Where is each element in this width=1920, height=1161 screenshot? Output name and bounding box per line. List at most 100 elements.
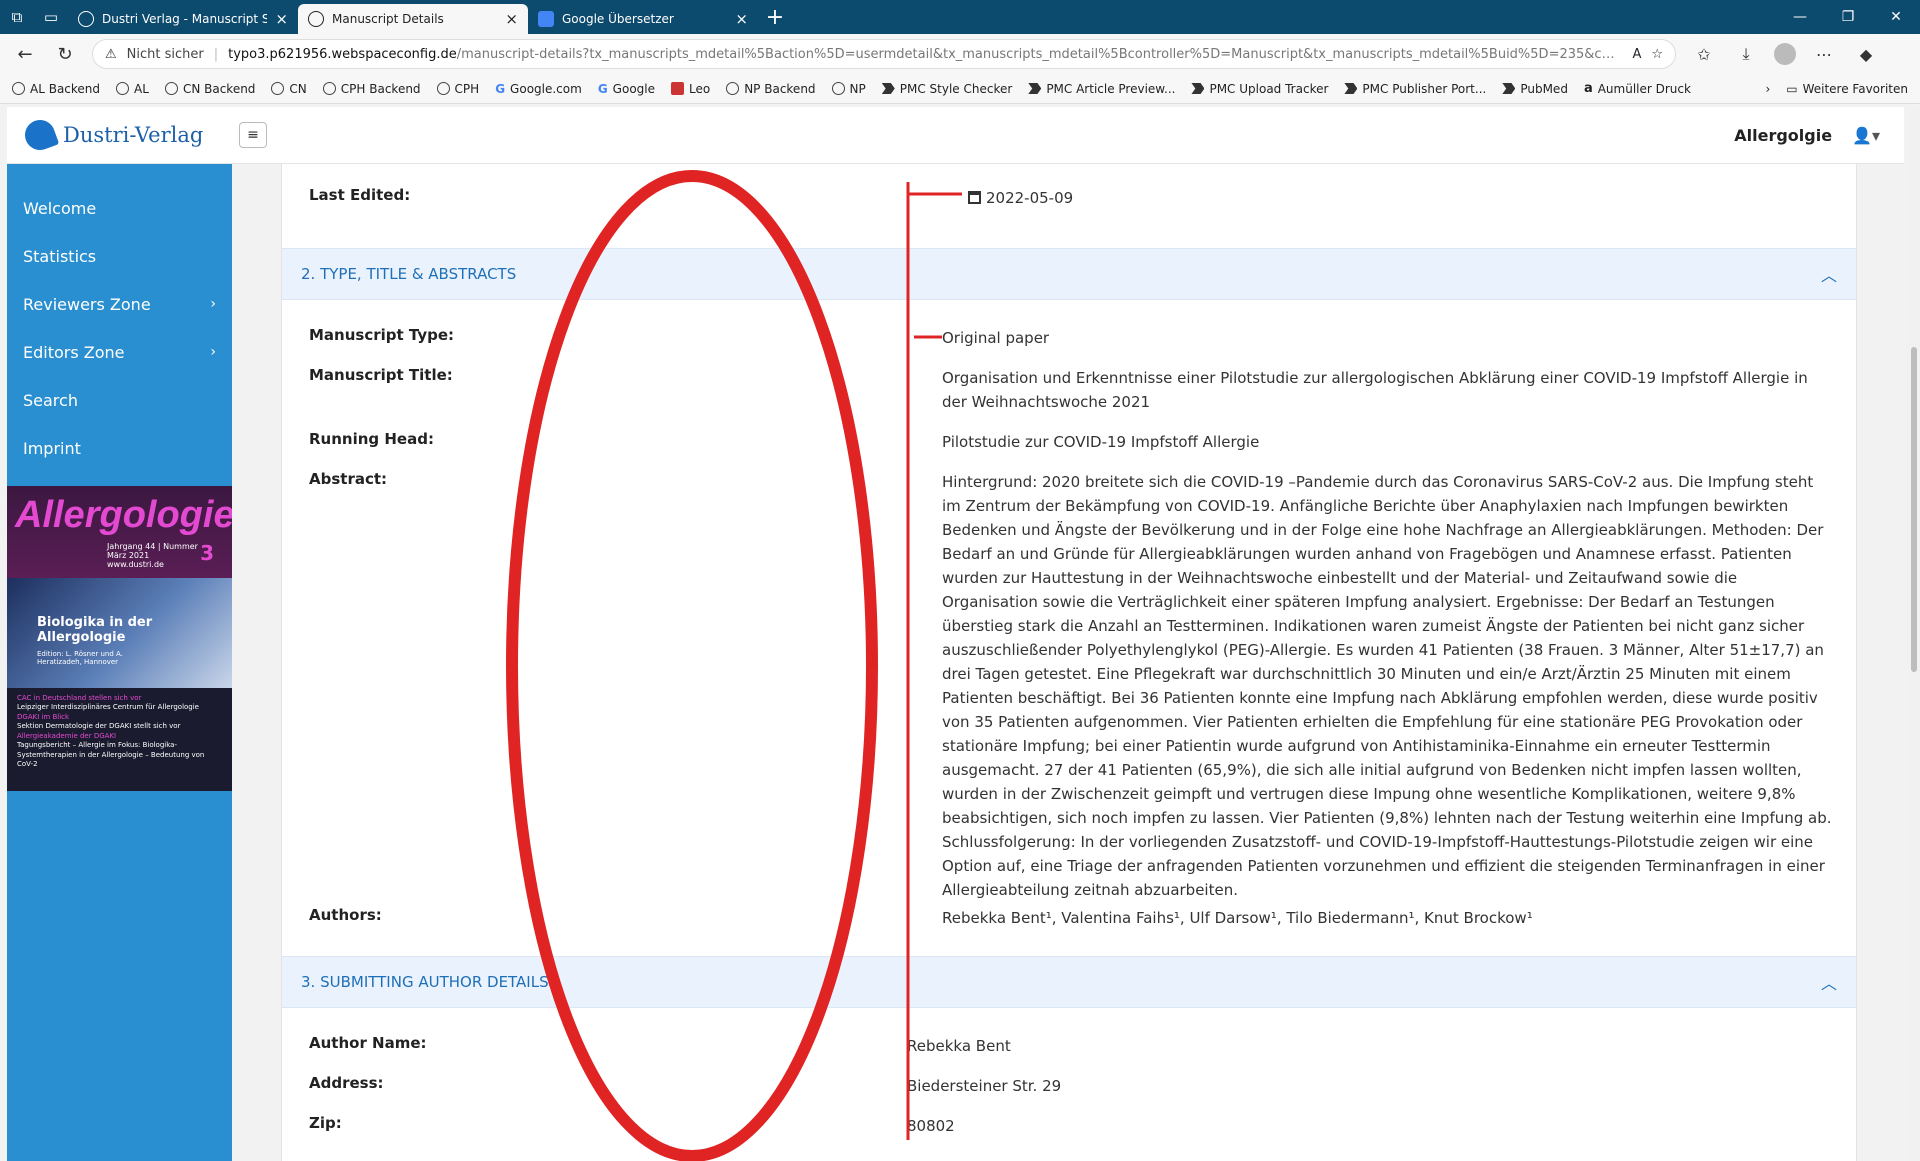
bookmark-item[interactable]: CN xyxy=(271,82,307,96)
copilot-icon[interactable]: ◆ xyxy=(1852,45,1880,64)
browser-tab-submission[interactable]: Dustri Verlag - Manuscript Submi × xyxy=(68,4,298,34)
section-title: 2. TYPE, TITLE & ABSTRACTS xyxy=(301,265,517,283)
other-favorites[interactable]: ▭ Weitere Favoriten xyxy=(1786,82,1908,96)
url-path: /manuscript-details?tx_manuscripts_mdeta… xyxy=(456,46,1623,62)
manuscript-title-label: Manuscript Title: xyxy=(309,366,453,384)
browser-tab-translator[interactable]: Google Übersetzer × xyxy=(528,4,758,34)
bookmark-item[interactable]: PubMed xyxy=(1502,82,1568,96)
pmc-icon xyxy=(881,83,895,94)
bookmark-label: Leo xyxy=(689,81,711,96)
sidebar-item-imprint[interactable]: Imprint xyxy=(7,424,232,472)
google-icon: G xyxy=(597,81,608,96)
globe-icon xyxy=(308,11,324,27)
close-icon[interactable]: × xyxy=(735,10,748,28)
globe-icon xyxy=(78,11,94,27)
cover-header: Allergologie Jahrgang 44 | Nummer März 20… xyxy=(7,486,232,578)
manuscript-title-value: Organisation und Erkenntnisse einer Pilo… xyxy=(942,369,1808,411)
bookmark-item[interactable]: NP Backend xyxy=(726,82,816,96)
bookmark-item[interactable]: G Google xyxy=(598,82,655,96)
url-bar[interactable]: ⚠ Nicht sicher | typo3.p621956.webspacec… xyxy=(92,39,1676,69)
menu-toggle-button[interactable]: ≡ xyxy=(239,122,267,148)
globe-icon xyxy=(116,82,130,95)
sidebar-item-welcome[interactable]: Welcome xyxy=(7,184,232,232)
last-edited-date: 2022-05-09 xyxy=(986,189,1074,207)
zip-label: Zip: xyxy=(309,1114,342,1132)
page-scrollbar[interactable] xyxy=(1908,107,1920,1161)
bookmarks-overflow-chevron-icon[interactable]: › xyxy=(1765,82,1770,96)
bookmark-item[interactable]: PMC Article Preview... xyxy=(1028,82,1175,96)
bookmark-item[interactable]: PMC Upload Tracker xyxy=(1191,82,1328,96)
restore-icon[interactable]: ❐ xyxy=(1824,9,1872,25)
cover-editors: Edition: L. Rösner und A. Heratizadeh, H… xyxy=(37,650,123,667)
last-edited-label: Last Edited: xyxy=(309,186,411,204)
security-status[interactable]: Nicht sicher xyxy=(127,47,204,62)
chevron-right-icon: › xyxy=(210,296,216,312)
sidebar-item-search[interactable]: Search xyxy=(7,376,232,424)
bookmark-item[interactable]: G Google.com xyxy=(495,82,582,96)
url-text: typo3.p621956.webspaceconfig.de /manuscr… xyxy=(228,47,1622,62)
new-tab-button[interactable]: + xyxy=(758,5,792,30)
scrollbar-thumb[interactable] xyxy=(1911,347,1917,672)
section-type-title-abstracts-header[interactable]: 2. TYPE, TITLE & ABSTRACTS ︿ xyxy=(282,248,1856,300)
bookmark-item[interactable]: CPH Backend xyxy=(322,82,421,96)
calendar-icon xyxy=(968,191,981,204)
globe-icon xyxy=(436,82,450,95)
bookmark-item[interactable]: PMC Publisher Port... xyxy=(1344,82,1486,96)
back-arrow-icon[interactable]: ← xyxy=(12,44,38,65)
dustri-logo-icon xyxy=(20,115,60,155)
favorite-star-icon[interactable]: ☆ xyxy=(1651,47,1663,62)
app-header: Dustri-Verlag ≡ Allergolgie 👤▾ xyxy=(7,107,1904,164)
close-icon[interactable]: × xyxy=(275,10,288,28)
close-icon[interactable]: × xyxy=(505,10,518,28)
bookmark-label: AL Backend xyxy=(30,81,101,96)
sidebar: Welcome Statistics Reviewers Zone › Edito… xyxy=(7,164,232,1161)
workspaces-icon[interactable]: ⧉ xyxy=(0,0,34,34)
bookmark-label: PubMed xyxy=(1520,81,1568,96)
close-window-icon[interactable]: ✕ xyxy=(1872,9,1920,25)
downloads-icon[interactable]: ⤓ xyxy=(1732,44,1760,64)
sidebar-item-label: Search xyxy=(23,390,78,410)
chevron-up-icon[interactable]: ︿ xyxy=(1821,970,1837,994)
bookmark-item[interactable]: Leo xyxy=(671,82,710,96)
url-separator: | xyxy=(213,46,219,62)
brand-logo[interactable]: Dustri-Verlag xyxy=(7,115,239,155)
journal-name: Allergolgie xyxy=(1734,125,1833,145)
bookmark-item[interactable]: CN Backend xyxy=(164,82,255,96)
author-name-value: Rebekka Bent xyxy=(907,1037,1011,1055)
bookmark-label: CPH xyxy=(454,81,480,96)
leo-icon xyxy=(671,82,684,95)
bookmark-item[interactable]: AL xyxy=(116,82,149,96)
section-submitting-author-header[interactable]: 3. SUBMITTING AUTHOR DETAILS ︿ xyxy=(282,956,1856,1008)
user-menu-icon[interactable]: 👤▾ xyxy=(1852,126,1880,145)
tab-actions-icon[interactable]: ▭ xyxy=(34,0,68,34)
globe-icon xyxy=(831,82,845,95)
bookmark-item[interactable]: CPH xyxy=(436,81,480,96)
minimize-icon[interactable]: — xyxy=(1776,9,1824,25)
journal-cover-image[interactable]: Allergologie Jahrgang 44 | Nummer März 20… xyxy=(7,486,232,791)
more-options-icon[interactable]: ⋯ xyxy=(1810,45,1838,64)
cover-content-tag: DGAKI im Blick xyxy=(17,712,70,721)
cover-content-tag: CAC in Deutschland stellen sich vor xyxy=(17,694,142,702)
bookmark-item[interactable]: AL Backend xyxy=(12,82,100,96)
reload-icon[interactable]: ↻ xyxy=(52,44,78,65)
bookmarks-bar: AL Backend AL CN Backend CN CPH Backend … xyxy=(0,74,1920,104)
window-controls: — ❐ ✕ xyxy=(1776,9,1920,25)
profile-avatar[interactable] xyxy=(1774,43,1796,65)
cover-meta-date: März 2021 xyxy=(107,551,150,560)
sidebar-item-reviewers-zone[interactable]: Reviewers Zone › xyxy=(7,280,232,328)
sidebar-item-editors-zone[interactable]: Editors Zone › xyxy=(7,328,232,376)
manuscript-details-card: Last Edited: 2022-05-09 2. TYPE, TITLE &… xyxy=(281,164,1857,1161)
favorites-icon[interactable]: ✩ xyxy=(1690,45,1718,64)
pmc-icon xyxy=(1502,83,1516,94)
browser-tab-manuscript-details[interactable]: Manuscript Details × xyxy=(298,4,528,34)
sidebar-item-statistics[interactable]: Statistics xyxy=(7,232,232,280)
bookmark-label: PMC Upload Tracker xyxy=(1209,81,1329,96)
bookmark-item[interactable]: PMC Style Checker xyxy=(881,82,1012,96)
a-icon: a xyxy=(1583,81,1593,96)
bookmark-item[interactable]: NP xyxy=(831,82,866,96)
globe-icon xyxy=(164,82,178,95)
read-aloud-icon[interactable]: A xyxy=(1632,47,1641,62)
bookmark-label: Aumüller Druck xyxy=(1597,81,1691,96)
bookmark-item[interactable]: a Aumüller Druck xyxy=(1584,81,1691,96)
chevron-up-icon[interactable]: ︿ xyxy=(1821,262,1837,286)
